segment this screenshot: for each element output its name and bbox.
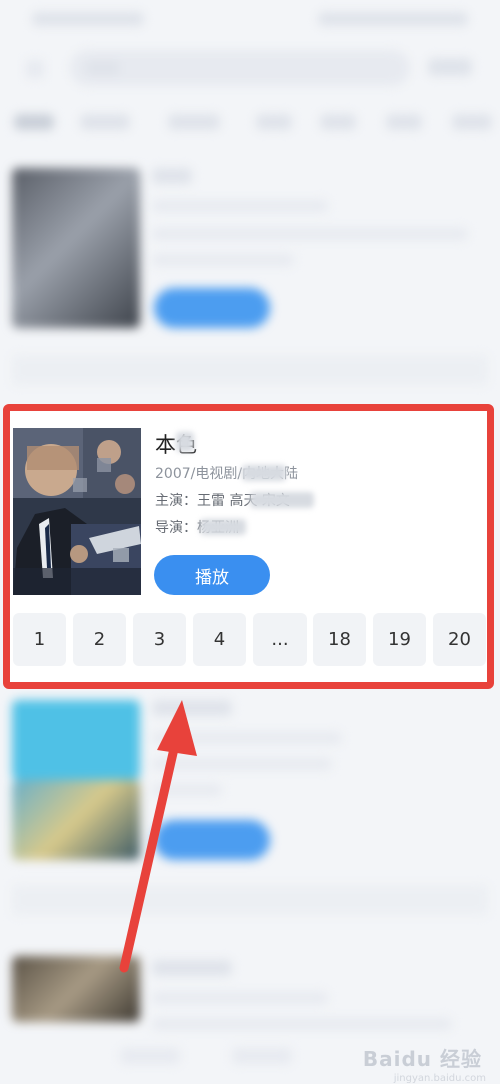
watermark-url: jingyan.baidu.com [393, 1073, 486, 1084]
episode-button[interactable]: 2 [73, 613, 126, 666]
episode-button[interactable]: 18 [313, 613, 366, 666]
back-icon[interactable] [26, 60, 44, 78]
privacy-mask [250, 492, 314, 508]
search-input[interactable] [70, 50, 410, 86]
privacy-mask [176, 432, 194, 452]
privacy-mask [200, 519, 246, 535]
episode-button[interactable]: 1 [13, 613, 66, 666]
episode-button[interactable]: 20 [433, 613, 486, 666]
episode-more-button[interactable]: ... [253, 613, 307, 666]
watermark-logo: Baidu 经验 [363, 1043, 482, 1072]
episode-button[interactable]: 3 [133, 613, 186, 666]
poster-artwork [13, 428, 141, 595]
episode-button[interactable]: 19 [373, 613, 426, 666]
search-button[interactable] [428, 58, 472, 76]
result-item-blurred [0, 690, 500, 930]
play-button[interactable]: 播放 [154, 555, 270, 595]
category-tabs[interactable] [0, 100, 500, 140]
result-item-blurred [0, 150, 500, 390]
poster-image[interactable] [13, 428, 141, 595]
watermark-brand: Baidu 经验 [362, 1047, 482, 1071]
privacy-mask [242, 465, 286, 481]
status-bar [0, 0, 500, 38]
episode-button[interactable]: 4 [193, 613, 246, 666]
search-header[interactable] [0, 38, 500, 96]
